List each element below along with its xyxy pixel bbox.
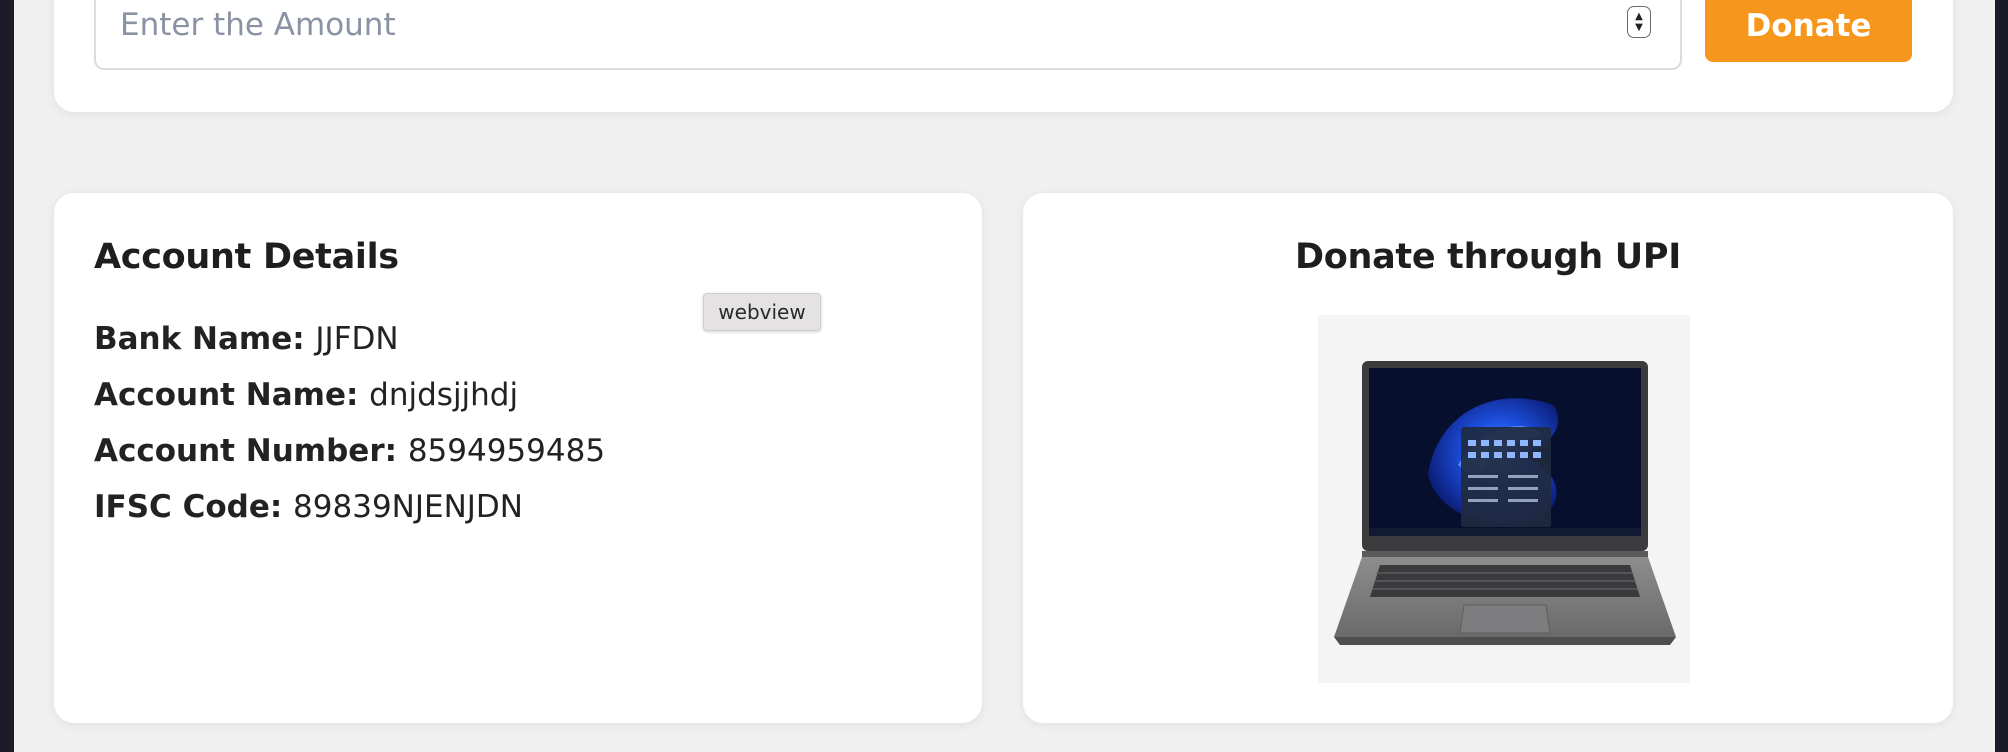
account-name-row: Account Name: dnjdsjjhdj [94, 377, 518, 413]
bank-name-row: Bank Name: JJFDN [94, 321, 399, 357]
laptop-product-image [1318, 315, 1690, 683]
ifsc-code-value: 89839NJENJDN [293, 489, 523, 525]
upi-title: Donate through UPI [1294, 237, 1681, 277]
account-number-row: Account Number: 8594959485 [94, 433, 605, 469]
amount-input-wrapper: ▲ ▼ [94, 0, 1682, 70]
bank-name-value: JJFDN [315, 321, 399, 357]
spin-down-icon[interactable]: ▼ [1635, 22, 1643, 33]
webview-tooltip: webview [703, 293, 821, 331]
laptop-icon [1334, 361, 1676, 645]
spin-up-icon[interactable]: ▲ [1635, 11, 1643, 22]
number-spinner[interactable]: ▲ ▼ [1627, 6, 1651, 38]
account-details-title: Account Details [94, 237, 399, 277]
upi-card: Donate through UPI [1023, 193, 1953, 723]
account-number-label: Account Number: [94, 433, 408, 469]
account-name-value: dnjdsjjhdj [369, 377, 519, 413]
ifsc-code-label: IFSC Code: [94, 489, 294, 525]
ifsc-code-row: IFSC Code: 89839NJENJDN [94, 489, 523, 525]
account-number-value: 8594959485 [407, 433, 606, 469]
account-details-card: Account Details Bank Name: JJFDN Account… [54, 193, 982, 723]
bank-name-label: Bank Name: [94, 321, 316, 357]
donate-button[interactable]: Donate [1705, 0, 1912, 62]
page-content: ▲ ▼ Donate Account Details Bank Name: JJ… [14, 0, 1995, 752]
account-name-label: Account Name: [94, 377, 370, 413]
donate-card: ▲ ▼ Donate [54, 0, 1953, 112]
amount-input[interactable] [120, 0, 1580, 50]
